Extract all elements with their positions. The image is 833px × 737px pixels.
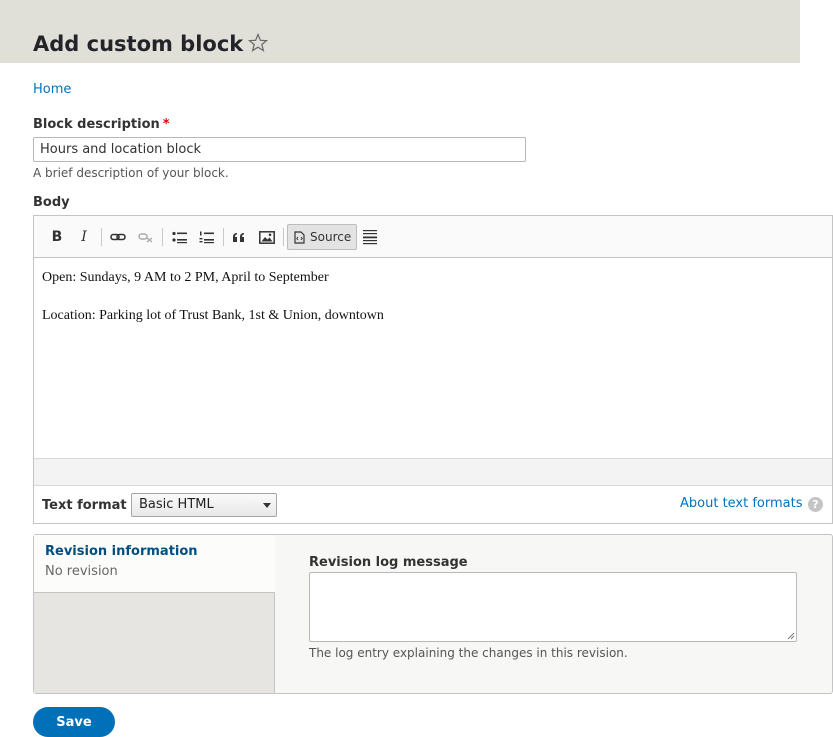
numbered-list-button[interactable] — [197, 226, 215, 248]
save-button[interactable]: Save — [33, 707, 115, 737]
editor-content-area[interactable]: Open: Sundays, 9 AM to 2 PM, April to Se… — [34, 258, 832, 458]
italic-icon: I — [81, 229, 87, 245]
body-paragraph: Open: Sundays, 9 AM to 2 PM, April to Se… — [42, 270, 329, 285]
toolbar-separator — [283, 228, 284, 246]
resize-grip-icon[interactable] — [787, 632, 795, 640]
link-button[interactable] — [108, 226, 128, 248]
bulleted-list-icon — [171, 231, 187, 243]
text-format-row: Text format Basic HTML About text format… — [34, 486, 832, 523]
revision-panel: Revision information No revision Revisio… — [33, 534, 833, 694]
text-format-selected: Basic HTML — [139, 497, 214, 512]
image-button[interactable] — [257, 226, 277, 248]
revision-log-help: The log entry explaining the changes in … — [309, 646, 628, 660]
unlink-button[interactable] — [136, 226, 156, 248]
italic-button[interactable]: I — [76, 226, 92, 248]
block-description-help: A brief description of your block. — [33, 166, 229, 180]
vertical-tabs: Revision information No revision — [34, 535, 275, 693]
block-description-label: Block description * — [33, 117, 170, 132]
tab-revision-information[interactable]: Revision information No revision — [34, 535, 275, 593]
source-label: Source — [310, 230, 352, 244]
revision-tab-title: Revision information — [45, 544, 198, 559]
horizontal-rule-icon — [363, 230, 377, 245]
editor-toolbar: B I Source — [34, 216, 832, 258]
required-marker: * — [162, 117, 170, 132]
about-text-formats-link[interactable]: About text formats — [680, 496, 803, 511]
bulleted-list-button[interactable] — [170, 226, 188, 248]
star-icon[interactable] — [248, 33, 268, 53]
body-editor: B I Source Open: Sundays, 9 AM to 2 PM, … — [33, 215, 833, 524]
text-format-label: Text format — [42, 498, 127, 513]
page-header: Add custom block — [0, 0, 800, 63]
text-format-select[interactable]: Basic HTML — [131, 493, 277, 517]
toolbar-separator — [223, 228, 224, 246]
source-button[interactable]: Source — [287, 224, 357, 250]
source-icon — [294, 230, 305, 244]
breadcrumb-home-link[interactable]: Home — [33, 82, 71, 98]
chevron-down-icon — [263, 503, 271, 508]
bold-icon: B — [51, 229, 63, 245]
link-icon — [110, 233, 126, 241]
body-paragraph: Location: Parking lot of Trust Bank, 1st… — [42, 308, 384, 323]
horizontal-rule-button[interactable] — [361, 226, 379, 248]
revision-tab-summary: No revision — [45, 564, 118, 579]
blockquote-button[interactable] — [230, 226, 248, 248]
numbered-list-icon — [199, 231, 214, 243]
unlink-icon — [138, 233, 153, 243]
editor-status-bar — [34, 458, 832, 486]
block-description-input[interactable] — [33, 137, 526, 162]
bold-button[interactable]: B — [48, 226, 66, 248]
revision-log-label: Revision log message — [309, 555, 468, 570]
page-title: Add custom block — [33, 32, 244, 56]
image-icon — [259, 230, 275, 244]
toolbar-separator — [101, 228, 102, 246]
help-icon[interactable]: ? — [808, 497, 823, 512]
toolbar-separator — [162, 228, 163, 246]
blockquote-icon — [233, 232, 244, 242]
body-label: Body — [33, 195, 70, 210]
revision-log-textarea[interactable] — [309, 572, 797, 642]
